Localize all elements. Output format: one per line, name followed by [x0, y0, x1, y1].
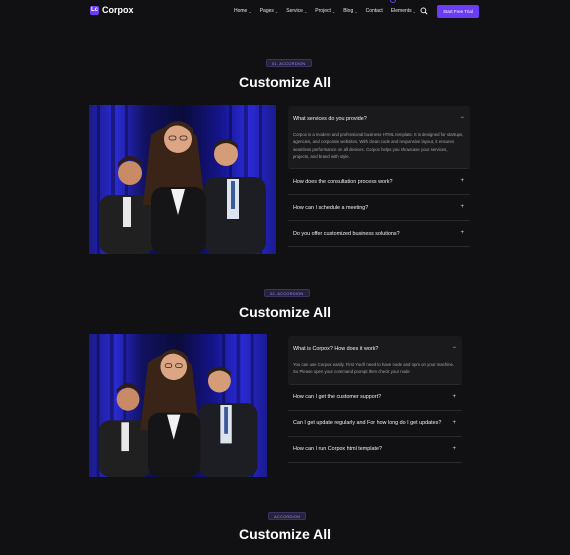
accordion-item[interactable]: How does the consultation process work? …: [288, 169, 470, 196]
nav-label: Pages: [259, 8, 274, 14]
nav-label: Home: [234, 8, 248, 14]
team-photo: [89, 334, 267, 477]
accordion-question[interactable]: What services do you provide?: [288, 106, 470, 131]
accordion-answer: Corpox is a modern and professional busi…: [293, 132, 464, 159]
accordion-question[interactable]: What is Corpox? How does it work?: [288, 336, 462, 361]
nav-item-project[interactable]: Project ⌄: [315, 8, 335, 14]
accordion-question[interactable]: Do you offer customized business solutio…: [288, 221, 470, 246]
scroll-indicator: [390, 0, 396, 3]
chevron-down-icon: ⌄: [303, 8, 308, 14]
nav-label: Project: [315, 8, 331, 14]
main-nav: Home ⌄ Pages ⌄ Service ⌄ Project ⌄ Blog ⌄ Con…: [234, 8, 424, 14]
nav-item-elements[interactable]: Elements ⌄: [391, 8, 416, 14]
accordion-item[interactable]: What is Corpox? How does it work? − You …: [288, 336, 462, 385]
accordion-question[interactable]: Can I get update regularly and For how l…: [288, 411, 462, 436]
team-photo: [89, 105, 276, 254]
nav-item-home[interactable]: Home ⌄: [234, 8, 252, 14]
section-badge: 02. ACCORDION: [264, 289, 310, 297]
section-title: Customize All: [238, 74, 332, 90]
accordion-item[interactable]: What services do you provide? − Corpox i…: [288, 106, 470, 170]
accordion-item[interactable]: Do you offer customized business solutio…: [288, 221, 470, 248]
start-free-trial-button[interactable]: Start Free Trial: [437, 5, 479, 18]
section-title: Customize All: [238, 304, 332, 320]
logo-mark-icon: Lc: [90, 5, 99, 15]
chevron-down-icon: ⌄: [331, 8, 336, 14]
plus-icon[interactable]: +: [452, 394, 456, 400]
nav-item-service[interactable]: Service ⌄: [286, 8, 307, 14]
section-title: Customize All: [238, 526, 332, 542]
nav-label: Elements: [390, 8, 412, 14]
search-icon[interactable]: [420, 7, 428, 15]
chevron-down-icon: ⌄: [274, 8, 279, 14]
plus-icon[interactable]: +: [460, 178, 464, 184]
accordion-question[interactable]: How can I schedule a meeting?: [288, 195, 470, 220]
nav-item-contact[interactable]: Contact: [366, 8, 383, 14]
chevron-down-icon: ⌄: [248, 8, 252, 14]
nav-label: Service: [286, 8, 303, 14]
plus-icon[interactable]: +: [460, 204, 464, 210]
accordion-item[interactable]: How can I get the customer support? +: [288, 385, 462, 411]
nav-label: Contact: [365, 8, 383, 14]
accordion-2: What is Corpox? How does it work? − You …: [288, 336, 462, 463]
logo[interactable]: Lc Corpox: [90, 5, 134, 15]
logo-text: Corpox: [102, 5, 134, 15]
accordion-item[interactable]: How can I run Corpox html template? +: [288, 437, 462, 463]
accordion-item[interactable]: How can I schedule a meeting? +: [288, 195, 470, 222]
site-header: Lc Corpox Home ⌄ Pages ⌄ Service ⌄ Project ⌄…: [0, 0, 570, 24]
accordion-1: What services do you provide? − Corpox i…: [288, 106, 470, 248]
section-badge: ACCORDION: [268, 512, 307, 520]
plus-icon[interactable]: +: [452, 446, 456, 452]
plus-icon[interactable]: +: [452, 420, 456, 426]
accordion-question[interactable]: How can I get the customer support?: [288, 385, 462, 410]
accordion-question[interactable]: How can I run Corpox html template?: [288, 437, 462, 462]
nav-item-pages[interactable]: Pages ⌄: [260, 8, 279, 14]
accordion-question[interactable]: How does the consultation process work?: [288, 169, 470, 194]
minus-icon[interactable]: −: [460, 115, 464, 121]
chevron-down-icon: ⌄: [412, 8, 417, 14]
accordion-answer: You can use Corpox easily. First You'll …: [293, 362, 455, 375]
chevron-down-icon: ⌄: [354, 8, 358, 14]
minus-icon[interactable]: −: [452, 345, 456, 351]
section-badge: 01. ACCORDION: [266, 59, 312, 67]
plus-icon[interactable]: +: [460, 230, 464, 236]
nav-item-blog[interactable]: Blog ⌄: [343, 8, 357, 14]
nav-label: Blog: [343, 8, 354, 14]
accordion-item[interactable]: Can I get update regularly and For how l…: [288, 411, 462, 437]
